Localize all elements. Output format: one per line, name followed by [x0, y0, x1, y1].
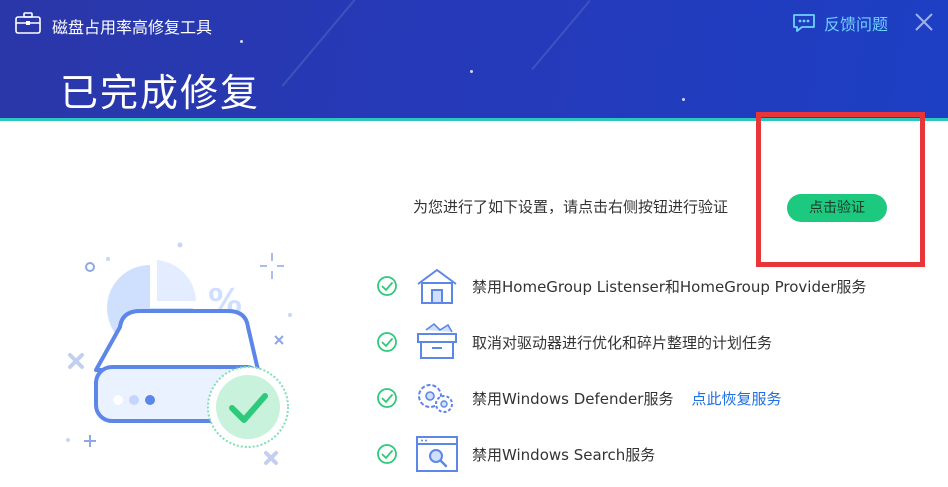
page-title: 已完成修复 — [60, 71, 261, 115]
gear-cluster-icon — [418, 384, 453, 413]
item-label: 禁用Windows Defender服务 — [472, 389, 674, 408]
house-icon — [417, 269, 457, 304]
restore-service-link[interactable]: 点此恢复服务 — [691, 388, 781, 409]
app-title: 磁盘占用率高修复工具 — [52, 18, 213, 37]
list-item: 禁用HomeGroup Listenser和HomeGroup Provider… — [376, 266, 866, 306]
highlight-annotation-box — [756, 112, 925, 267]
decor-streak — [531, 0, 591, 71]
chat-icon — [793, 14, 815, 32]
feedback-button[interactable]: 反馈问题 — [792, 10, 888, 36]
item-label: 禁用Windows Search服务 — [472, 445, 656, 464]
list-item: 禁用Windows Search服务 — [376, 434, 655, 474]
decor-star — [470, 70, 473, 73]
check-circle-icon — [377, 332, 397, 352]
list-item: 禁用Windows Defender服务 点此恢复服务 — [376, 378, 781, 418]
close-icon[interactable] — [912, 10, 936, 34]
search-window-icon — [416, 436, 458, 472]
decor-streak — [281, 0, 361, 87]
disk-repaired-illustration: % — [66, 242, 292, 465]
feedback-label: 反馈问题 — [824, 15, 889, 34]
check-circle-icon — [377, 276, 397, 296]
decor-star — [682, 98, 685, 101]
toolbox-icon — [15, 12, 41, 34]
decor-star — [240, 40, 243, 43]
item-label: 取消对驱动器进行优化和碎片整理的计划任务 — [472, 333, 773, 352]
check-circle-icon — [377, 388, 397, 408]
check-circle-icon — [377, 444, 397, 464]
drive-box-icon — [417, 322, 457, 359]
item-label: 禁用HomeGroup Listenser和HomeGroup Provider… — [472, 277, 867, 296]
title-bar-header: 磁盘占用率高修复工具 已完成修复 反馈问题 — [0, 0, 948, 118]
list-item: 取消对驱动器进行优化和碎片整理的计划任务 — [376, 322, 772, 362]
intro-text: 为您进行了如下设置，请点击右侧按钮进行验证 — [413, 198, 729, 216]
